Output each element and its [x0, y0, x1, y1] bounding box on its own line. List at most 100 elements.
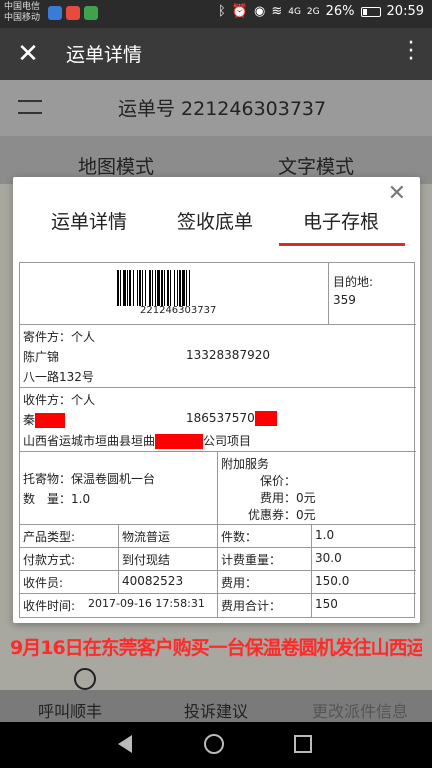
goods-qty: 1.0: [71, 492, 91, 506]
grid-label: 收件员:: [23, 576, 64, 590]
waybill-header: 运单号 221246303737: [0, 80, 432, 136]
grid-value: 40082523: [122, 574, 184, 588]
goods-cell: 托寄物：保温卷圆机一台 数 量：1.0: [20, 452, 218, 525]
battery-icon: [360, 6, 381, 17]
receipt-modal: ✕ 运单详情 签收底单 电子存根 221246303737 目的地: 359 寄…: [13, 177, 420, 623]
grid-cell: 40082523: [119, 571, 218, 594]
grid-cell: 2017-09-16 17:58:31: [85, 594, 218, 617]
status-bar: 中国电信 中国移动 ᛒ ⏰ ◉ ≋ 4G 2G 26% 20:59: [0, 0, 432, 28]
close-icon[interactable]: ✕: [12, 38, 44, 70]
menu-icon[interactable]: [18, 100, 42, 114]
receiver-phone: 186537570: [186, 411, 255, 425]
grid-value: 150: [315, 597, 338, 611]
change-delivery-button[interactable]: 更改派件信息: [312, 698, 408, 722]
app-notification-icon: [48, 6, 62, 20]
sender-cell: 寄件方：个人 陈广锦 13328387920 八一路132号: [20, 325, 416, 388]
extra-fee: 0元: [296, 491, 316, 505]
grid-value: 1.0: [315, 528, 335, 542]
carrier-1: 中国电信: [4, 2, 41, 12]
app-bar: ✕ 运单详情 · · ·: [0, 28, 432, 80]
grid-cell: 收件员:: [20, 571, 119, 594]
grid-cell: 计费重量：: [218, 548, 312, 571]
barcode-cell: 221246303737: [20, 263, 329, 325]
grid-cell: 件数：: [218, 525, 312, 548]
receiver-phone-row: 186537570: [186, 411, 277, 426]
extra-service-cell: 附加服务 保价： 费用：0元 优惠券：0元: [218, 452, 416, 525]
grid-value: 2017-09-16 17:58:31: [88, 597, 205, 610]
grid-cell: 费用合计：: [218, 594, 312, 617]
sender-name: 陈广锦: [23, 350, 60, 364]
more-vertical-icon[interactable]: · · ·: [406, 33, 416, 71]
goods-qty-row: 数 量：1.0: [23, 490, 90, 507]
sender-address: 八一路132号: [23, 370, 94, 384]
destination-label: 目的地:: [333, 275, 374, 289]
grid-cell: 付款方式:: [20, 548, 119, 571]
carrier-2: 中国移动: [4, 13, 41, 23]
goods-label: 托寄物：保温卷圆机一台: [23, 472, 156, 486]
grid-cell: 产品类型:: [20, 525, 119, 548]
back-icon[interactable]: [118, 735, 132, 753]
goods-qty-label: 数 量：: [23, 492, 72, 506]
grid-label: 收件时间:: [23, 599, 76, 613]
clock: 20:59: [386, 4, 424, 19]
network-2: 2G: [306, 6, 320, 17]
grid-label: 件数：: [221, 530, 258, 544]
active-tab-indicator: [279, 243, 405, 246]
tab-waybill-detail[interactable]: 运单详情: [51, 207, 127, 234]
grid-value: 到付现结: [122, 553, 171, 567]
bluetooth-icon: ᛒ: [217, 4, 226, 19]
complaint-button[interactable]: 投诉建议: [184, 698, 248, 722]
grid-label: 费用：: [221, 576, 258, 590]
waybill-number: 运单号 221246303737: [118, 98, 327, 120]
grid-value: 物流普运: [122, 530, 171, 544]
insured-label: 保价：: [260, 474, 297, 488]
grid-label: 费用合计：: [221, 599, 282, 613]
phone-icon: [74, 668, 96, 690]
destination-code: 359: [333, 293, 356, 307]
alarm-icon: ⏰: [231, 4, 248, 19]
grid-label: 计费重量：: [221, 553, 282, 567]
grid-cell: 物流普运: [119, 525, 218, 548]
overlay-caption: 9月16日在东莞客户购买一台保温卷圆机发往山西运城垣曲县快递单: [10, 637, 422, 659]
system-nav-bar: [0, 722, 432, 768]
grid-cell: 30.0: [312, 548, 416, 571]
recent-apps-icon[interactable]: [294, 735, 312, 753]
grid-label: 产品类型:: [23, 530, 76, 544]
call-button[interactable]: 呼叫顺丰: [38, 668, 103, 722]
receiver-cell: 收件方：个人 秦 186537570 山西省运城市垣曲县垣曲 公司项目: [20, 388, 416, 452]
extra-service-title: 附加服务: [221, 457, 270, 471]
barcode-number: 221246303737: [140, 305, 217, 316]
carrier-info: 中国电信 中国移动: [4, 2, 40, 24]
grid-cell: 1.0: [312, 525, 416, 548]
electronic-stub: 221246303737 目的地: 359 寄件方：个人 陈广锦 1332838…: [19, 262, 416, 618]
complaint-label: 投诉建议: [184, 702, 249, 721]
receiver-label: 收件方：个人: [23, 393, 96, 407]
map-mode-tab[interactable]: 地图模式: [78, 152, 154, 179]
tab-electronic-stub[interactable]: 电子存根: [303, 207, 379, 234]
status-right: ᛒ ⏰ ◉ ≋ 4G 2G 26% 20:59: [218, 4, 424, 19]
app-notification-icon: [84, 6, 98, 20]
grid-cell: 150: [312, 594, 416, 617]
change-delivery-label: 更改派件信息: [312, 702, 409, 721]
text-mode-tab[interactable]: 文字模式: [278, 152, 354, 179]
receiver-address-row: 山西省运城市垣曲县垣曲 公司项目: [23, 432, 251, 449]
receiver-name-row: 秦: [23, 411, 66, 428]
barcode: [117, 270, 235, 306]
sender-phone: 13328387920: [186, 348, 270, 362]
tab-signed-receipt[interactable]: 签收底单: [177, 207, 253, 234]
home-icon[interactable]: [204, 734, 224, 754]
extra-fee-label: 费用：: [260, 491, 297, 505]
sender-label: 寄件方：个人: [23, 330, 96, 344]
grid-cell: 到付现结: [119, 548, 218, 571]
redaction-mark: [155, 434, 204, 449]
battery-percent: 26%: [325, 4, 355, 19]
grid-cell: 收件时间:: [20, 594, 85, 617]
grid-value: 150.0: [315, 574, 350, 588]
page-title: 运单详情: [66, 44, 143, 66]
coupon-value: 0元: [296, 508, 316, 522]
destination-cell: 目的地: 359: [329, 263, 416, 325]
app-notification-icon: [66, 6, 80, 20]
redaction-mark: [254, 411, 277, 426]
call-label: 呼叫顺丰: [38, 702, 103, 721]
modal-tabs: 运单详情 签收底单 电子存根: [13, 199, 420, 247]
